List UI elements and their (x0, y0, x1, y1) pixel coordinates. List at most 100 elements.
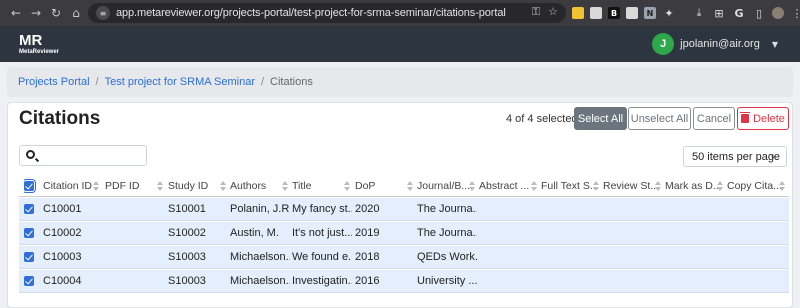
cell-pdf-id (105, 222, 165, 244)
table-row[interactable]: C10001 S10001 Polanin, J.R. My fancy st.… (19, 198, 789, 221)
row-checkbox-cell[interactable] (24, 270, 38, 292)
search-input[interactable] (42, 148, 142, 163)
password-key-icon[interactable]: ⚿ (532, 5, 540, 19)
sort-icon (655, 181, 661, 191)
sort-icon (469, 181, 475, 191)
brand-name: MetaReviewer (19, 49, 60, 55)
column-header-label: Full Text S... (541, 179, 599, 192)
sort-icon (717, 181, 723, 191)
sort-icon (282, 181, 288, 191)
user-menu[interactable]: J jpolanin@air.org ▼ (652, 33, 778, 55)
sort-icon (531, 181, 537, 191)
header-checkbox-cell[interactable] (24, 175, 38, 196)
breadcrumb-projects-portal[interactable]: Projects Portal (18, 76, 90, 88)
column-header-label: Study ID (168, 179, 209, 192)
cell-study-id: S10001 (168, 203, 206, 215)
column-header-label: Title (292, 179, 312, 192)
extensions-puzzle-icon[interactable]: ✦ (662, 7, 676, 20)
cell-dop: 2020 (355, 203, 380, 215)
address-bar[interactable]: ≡ app.metareviewer.org/projects-portal/t… (88, 3, 566, 23)
cell-dop: 2019 (355, 227, 380, 239)
sort-icon (344, 181, 350, 191)
download-icon[interactable]: ⤓ (692, 6, 706, 20)
select-all-checkbox[interactable] (24, 178, 36, 193)
page-content: Projects Portal / Test project for SRMA … (0, 62, 800, 308)
table-row[interactable]: C10004 S10003 Michaelson... Investigatin… (19, 270, 789, 293)
row-checkbox[interactable] (24, 252, 34, 262)
cancel-button[interactable]: Cancel (693, 107, 735, 130)
sidebar-icon[interactable]: ▯ (752, 7, 766, 20)
user-email: jpolanin@air.org (680, 38, 760, 50)
cell-dop: 2018 (355, 251, 380, 263)
profile-avatar-icon[interactable] (772, 7, 784, 19)
column-header[interactable]: Title (292, 175, 352, 196)
column-header[interactable]: Review St... (603, 175, 663, 196)
breadcrumb-separator: / (95, 76, 99, 88)
brand-logo[interactable]: MR MetaReviewer (19, 33, 59, 55)
column-header[interactable]: DoP (355, 175, 415, 196)
sort-icon (779, 181, 785, 191)
url-text: app.metareviewer.org/projects-portal/tes… (116, 7, 506, 19)
row-checkbox-cell[interactable] (24, 246, 38, 268)
cell-citation-id: C10002 (43, 227, 82, 239)
trash-icon (740, 112, 751, 123)
unselect-all-button[interactable]: Unselect All (628, 107, 691, 130)
cell-journal: The Journa... (417, 227, 477, 239)
column-header[interactable]: PDF ID (105, 175, 165, 196)
column-header-label: Abstract ... (479, 179, 530, 192)
delete-label: Delete (753, 112, 785, 125)
cell-authors: Michaelson... (230, 275, 290, 287)
extension-yellow-icon[interactable] (572, 7, 584, 19)
site-info-icon[interactable]: ≡ (96, 6, 110, 20)
caret-down-icon: ▼ (771, 39, 778, 49)
back-icon[interactable]: ← (8, 5, 24, 21)
column-header[interactable]: Mark as D... (665, 175, 725, 196)
column-header-label: Authors (230, 179, 267, 192)
cell-pdf-id (105, 270, 165, 292)
cell-authors: Austin, M. (230, 227, 279, 239)
row-checkbox[interactable] (24, 276, 34, 286)
cell-title: Investigatin... (292, 275, 352, 287)
cell-authors: Polanin, J.R. (230, 203, 290, 215)
extension-page-icon[interactable] (626, 7, 638, 19)
extension-doc-icon[interactable] (590, 7, 602, 19)
delete-button[interactable]: Delete (737, 107, 789, 130)
column-header[interactable]: Study ID (168, 175, 228, 196)
reload-icon[interactable]: ↻ (48, 5, 64, 21)
sort-icon (220, 181, 226, 191)
extension-b-icon[interactable]: B (608, 7, 620, 19)
search-icon (26, 150, 35, 159)
extension-n-icon[interactable]: N (644, 7, 656, 19)
bookmark-star-icon[interactable]: ☆ (548, 5, 558, 19)
home-icon[interactable]: ⌂ (68, 5, 84, 21)
column-header-label: Mark as D... (665, 179, 722, 192)
column-header[interactable]: Authors (230, 175, 290, 196)
row-checkbox[interactable] (24, 204, 34, 214)
browser-toolbar: ← → ↻ ⌂ ≡ app.metareviewer.org/projects-… (0, 0, 800, 26)
cell-citation-id: C10001 (43, 203, 82, 215)
row-checkbox-cell[interactable] (24, 198, 38, 220)
column-header-label: Citation ID (43, 179, 93, 192)
items-per-page-value: 50 items per page (692, 150, 781, 163)
column-header[interactable]: Full Text S... (541, 175, 601, 196)
column-header[interactable]: Journal/B... (417, 175, 477, 196)
breadcrumb-project[interactable]: Test project for SRMA Seminar (105, 76, 255, 88)
sort-icon (157, 181, 163, 191)
row-checkbox-cell[interactable] (24, 222, 38, 244)
cell-pdf-id (105, 246, 165, 268)
translate-icon[interactable]: ⊞ (712, 7, 726, 20)
column-header[interactable]: Copy Cita... (727, 175, 787, 196)
google-icon[interactable]: G (732, 7, 746, 20)
items-per-page-select[interactable]: 50 items per page ⌄ (683, 146, 787, 167)
table-row[interactable]: C10003 S10003 Michaelson... We found e..… (19, 246, 789, 269)
column-header[interactable]: Abstract ... (479, 175, 539, 196)
cell-journal: University ... (417, 275, 477, 287)
table-row[interactable]: C10002 S10002 Austin, M. It's not just..… (19, 222, 789, 245)
cell-journal: The Journa... (417, 203, 477, 215)
select-all-button[interactable]: Select All (574, 107, 627, 130)
sort-icon (407, 181, 413, 191)
row-checkbox[interactable] (24, 228, 34, 238)
forward-icon[interactable]: → (28, 5, 44, 21)
browser-menu-icon[interactable]: ⋮ (790, 7, 800, 20)
column-header[interactable]: Citation ID (43, 175, 101, 196)
